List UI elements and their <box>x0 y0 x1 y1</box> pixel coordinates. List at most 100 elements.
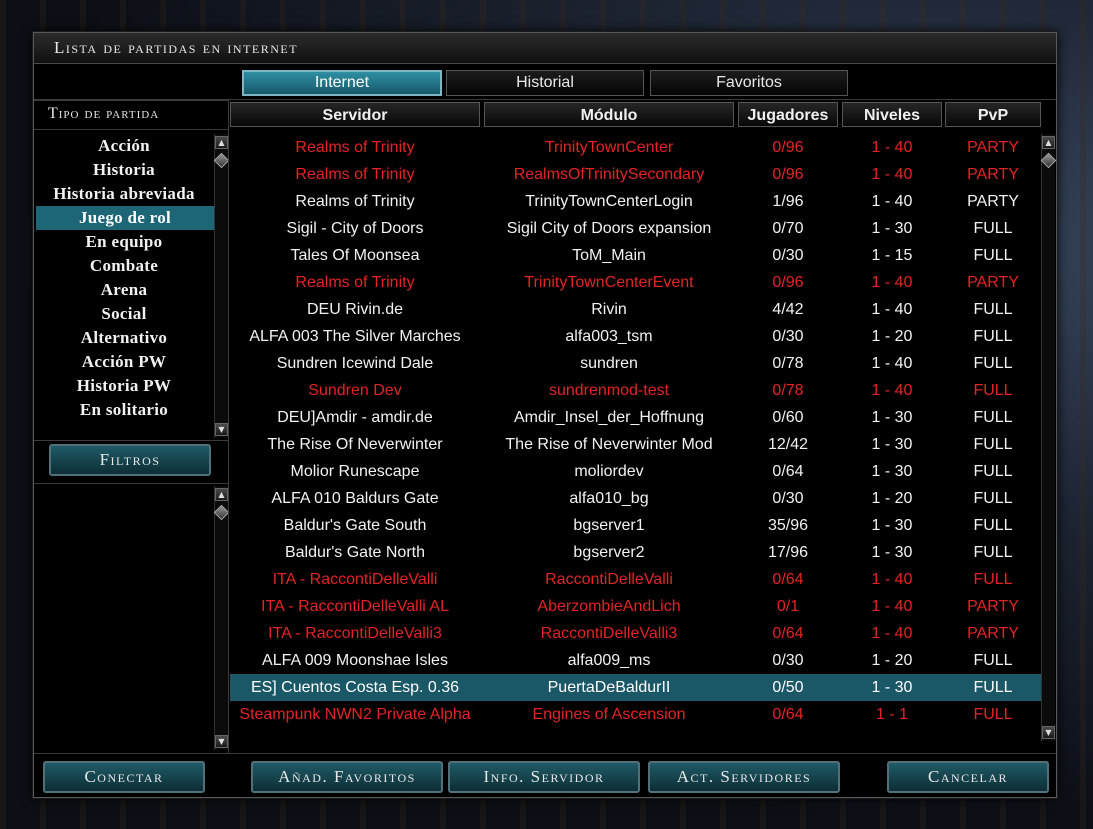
table-row[interactable]: ITA - RaccontiDelleValli3 RaccontiDelleVa… <box>230 620 1042 647</box>
cancel-button[interactable]: Cancelar <box>887 761 1049 793</box>
filters-button[interactable]: Filtros <box>49 444 211 476</box>
server-name-cell: ITA - RaccontiDelleValli3 <box>268 625 442 642</box>
module-cell: RaccontiDelleValli3 <box>540 625 678 642</box>
table-row[interactable]: Sundren Dev sundrenmod-test 0/78 1 - 40 FULL <box>230 377 1042 404</box>
divider <box>34 440 228 441</box>
pvp-cell: FULL <box>973 571 1013 588</box>
table-row[interactable]: ITA - RaccontiDelleValli RaccontiDelleVal… <box>230 566 1042 593</box>
game-type-item[interactable]: Acción <box>34 134 214 158</box>
table-row[interactable]: ALFA 009 Moonshae Isles alfa009_ms 0/30 1 -… <box>230 647 1042 674</box>
scroll-down-arrow-icon[interactable]: ▼ <box>1042 726 1055 739</box>
game-type-item[interactable]: Historia PW <box>34 374 214 398</box>
pvp-cell: PARTY <box>967 193 1019 210</box>
column-header-module[interactable]: Módulo <box>484 102 734 127</box>
pvp-cell: FULL <box>973 463 1013 480</box>
game-type-scrollbar[interactable]: ▲ ▼ <box>213 134 230 438</box>
table-row[interactable]: Molior Runescape moliordev 0/64 1 - 30 FULL <box>230 458 1042 485</box>
players-cell: 0/96 <box>772 274 804 291</box>
server-name-cell: Molior Runescape <box>290 463 420 480</box>
table-row[interactable]: DEU Rivin.de Rivin 4/42 1 - 40 FULL <box>230 296 1042 323</box>
table-row[interactable]: Baldur's Gate North bgserver2 17/96 1 - 30 F… <box>230 539 1042 566</box>
levels-cell: 1 - 40 <box>871 382 913 399</box>
table-row[interactable]: ITA - RaccontiDelleValli AL AberzombieAnd… <box>230 593 1042 620</box>
game-type-header: Tipo de partida <box>34 100 228 130</box>
pvp-cell: FULL <box>973 355 1013 372</box>
table-row[interactable]: ES] Cuentos Costa Esp. 0.36 PuertaDeBaldu… <box>230 674 1042 701</box>
table-row[interactable]: Sundren Icewind Dale sundren 0/78 1 - 40 FUL… <box>230 350 1042 377</box>
table-row[interactable]: Realms of Trinity TrinityTownCenter 0/96 1 … <box>230 134 1042 161</box>
table-row[interactable]: The Rise Of Neverwinter The Rise of Never… <box>230 431 1042 458</box>
table-row[interactable]: Sigil - City of Doors Sigil City of Doors… <box>230 215 1042 242</box>
column-header-players[interactable]: Jugadores <box>738 102 838 127</box>
game-type-item[interactable]: Social <box>34 302 214 326</box>
table-row[interactable]: DEU]Amdir - amdir.de Amdir_Insel_der_Hoff… <box>230 404 1042 431</box>
pvp-cell: FULL <box>973 301 1013 318</box>
server-name-cell: ALFA 010 Baldurs Gate <box>271 490 439 507</box>
table-row[interactable]: Tales Of Moonsea ToM_Main 0/30 1 - 15 FULL <box>230 242 1042 269</box>
server-name-cell: Steampunk NWN2 Private Alpha <box>239 706 471 723</box>
levels-cell: 1 - 20 <box>871 490 913 507</box>
game-type-item[interactable]: Acción PW <box>34 350 214 374</box>
window-title: Lista de partidas en internet <box>54 38 299 57</box>
levels-cell: 1 - 1 <box>875 706 908 723</box>
server-table-body: Realms of Trinity TrinityTownCenter 0/96 1 … <box>230 134 1042 728</box>
module-cell: ToM_Main <box>572 247 646 264</box>
connect-button[interactable]: Conectar <box>43 761 205 793</box>
scroll-up-arrow-icon[interactable]: ▲ <box>1042 136 1055 149</box>
players-cell: 0/96 <box>772 139 804 156</box>
tab-favoritos[interactable]: Favoritos <box>650 70 848 96</box>
module-cell: bgserver2 <box>573 544 645 561</box>
levels-cell: 1 - 40 <box>871 571 913 588</box>
game-type-item[interactable]: En solitario <box>34 398 214 422</box>
game-type-item[interactable]: Arena <box>34 278 214 302</box>
levels-cell: 1 - 30 <box>871 436 913 453</box>
column-header-levels[interactable]: Niveles <box>842 102 942 127</box>
module-cell: TrinityTownCenterLogin <box>525 193 693 210</box>
levels-cell: 1 - 30 <box>871 220 913 237</box>
column-header-pvp[interactable]: PvP <box>945 102 1041 127</box>
module-cell: sundren <box>580 355 638 372</box>
pvp-cell: FULL <box>973 652 1013 669</box>
table-row[interactable]: Realms of Trinity TrinityTownCenterEvent 0… <box>230 269 1042 296</box>
pvp-cell: FULL <box>973 382 1013 399</box>
pvp-cell: FULL <box>973 490 1013 507</box>
module-cell: alfa010_bg <box>569 490 649 507</box>
players-cell: 35/96 <box>767 517 809 534</box>
table-row[interactable]: ALFA 010 Baldurs Gate alfa010_bg 0/30 1 - 2… <box>230 485 1042 512</box>
players-cell: 0/64 <box>772 625 804 642</box>
tab-internet[interactable]: Internet <box>242 70 442 96</box>
server-info-button[interactable]: Info. Servidor <box>448 761 640 793</box>
table-row[interactable]: Realms of Trinity RealmsOfTrinitySecondar… <box>230 161 1042 188</box>
table-row[interactable]: Realms of Trinity TrinityTownCenterLogin 1… <box>230 188 1042 215</box>
server-name-cell: Baldur's Gate North <box>284 544 425 561</box>
scroll-thumb[interactable] <box>1040 152 1057 169</box>
game-type-item[interactable]: Juego de rol <box>36 206 214 230</box>
server-list-scrollbar[interactable]: ▲ ▼ <box>1040 134 1057 741</box>
scroll-thumb[interactable] <box>213 504 230 521</box>
scroll-up-arrow-icon[interactable]: ▲ <box>215 136 228 149</box>
game-type-list: Acción Historia Historia abreviada Juego de… <box>34 134 214 422</box>
server-name-cell: The Rise Of Neverwinter <box>267 436 443 453</box>
game-type-item[interactable]: Historia abreviada <box>34 182 214 206</box>
game-type-item[interactable]: Alternativo <box>34 326 214 350</box>
pvp-cell: PARTY <box>967 625 1019 642</box>
add-favorites-button[interactable]: Añad. Favoritos <box>251 761 443 793</box>
tab-historial[interactable]: Historial <box>446 70 644 96</box>
game-type-item[interactable]: Historia <box>34 158 214 182</box>
server-browser-window: Lista de partidas en internet Internet H… <box>33 32 1057 798</box>
filter-scrollbar[interactable]: ▲ ▼ <box>213 486 230 750</box>
server-name-cell: Tales Of Moonsea <box>290 247 420 264</box>
table-row[interactable]: ALFA 003 The Silver Marches alfa003_tsm 0/… <box>230 323 1042 350</box>
scroll-down-arrow-icon[interactable]: ▼ <box>215 423 228 436</box>
levels-cell: 1 - 30 <box>871 409 913 426</box>
table-row[interactable]: Baldur's Gate South bgserver1 35/96 1 - 30 F… <box>230 512 1042 539</box>
refresh-servers-button[interactable]: Act. Servidores <box>648 761 840 793</box>
players-cell: 0/64 <box>772 463 804 480</box>
scroll-up-arrow-icon[interactable]: ▲ <box>215 488 228 501</box>
game-type-item[interactable]: En equipo <box>34 230 214 254</box>
scroll-down-arrow-icon[interactable]: ▼ <box>215 735 228 748</box>
column-header-server[interactable]: Servidor <box>230 102 480 127</box>
scroll-thumb[interactable] <box>213 152 230 169</box>
game-type-item[interactable]: Combate <box>34 254 214 278</box>
table-row[interactable]: Steampunk NWN2 Private Alpha Engines of A… <box>230 701 1042 728</box>
